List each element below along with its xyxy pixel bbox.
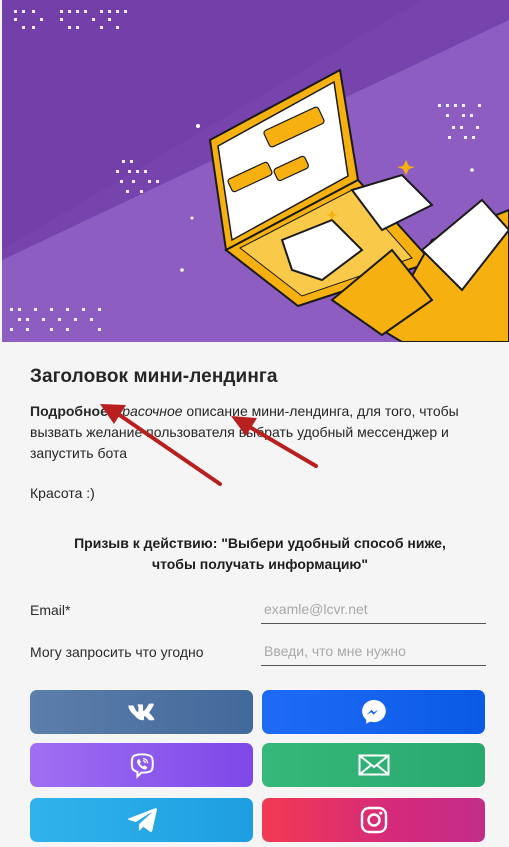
call-to-action: Призыв к действию: "Выбери удобный спосо… xyxy=(40,533,480,575)
viber-button[interactable] xyxy=(30,743,253,787)
messenger-button[interactable] xyxy=(262,690,485,734)
telegram-button[interactable] xyxy=(30,798,253,842)
instagram-button[interactable] xyxy=(262,798,485,842)
telegram-icon xyxy=(127,808,157,832)
custom-request-label: Могу запросить что угодно xyxy=(30,644,204,660)
landing-content: Заголовок мини-лендинга Подробное, красо… xyxy=(0,342,509,847)
beauty-text: Красота :) xyxy=(30,485,95,501)
email-button[interactable] xyxy=(262,743,485,787)
cta-line-1: Призыв к действию: "Выбери удобный спосо… xyxy=(74,535,446,551)
mail-icon xyxy=(358,754,389,776)
custom-request-row: Могу запросить что угодно xyxy=(30,636,486,668)
vk-icon xyxy=(127,703,154,721)
vk-button[interactable] xyxy=(30,690,253,734)
instagram-icon xyxy=(360,806,387,834)
desc-italic-word: красочное xyxy=(115,403,183,419)
desc-bold-word: Подробное xyxy=(30,403,108,419)
email-row: Email* xyxy=(30,594,486,626)
page-title: Заголовок мини-лендинга xyxy=(30,366,278,387)
viber-icon xyxy=(130,753,154,779)
email-label: Email* xyxy=(30,602,71,618)
messenger-icon xyxy=(361,700,386,724)
desc-comma: , xyxy=(107,403,116,419)
cta-line-2: чтобы получать информацию" xyxy=(151,556,369,572)
custom-request-field[interactable] xyxy=(261,636,486,666)
hero-illustration xyxy=(2,0,509,342)
landing-description: Подробное, красочное описание мини-ленди… xyxy=(30,401,470,464)
email-field[interactable] xyxy=(261,594,486,624)
